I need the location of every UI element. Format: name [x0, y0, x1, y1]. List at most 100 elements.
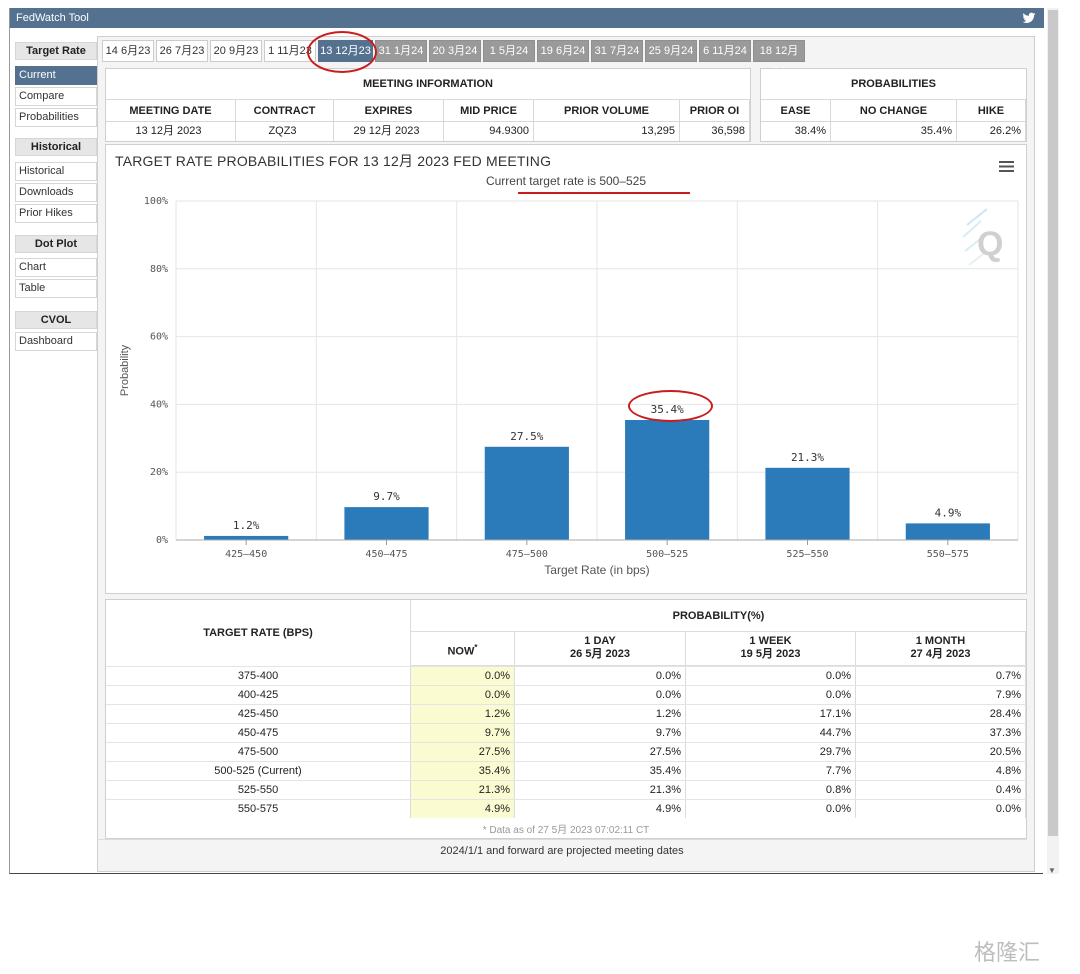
table-row: 550-575 4.9% 4.9% 0.0% 0.0%	[106, 799, 1026, 818]
probabilities-value-1: 35.4%	[831, 122, 957, 141]
nav-item-chart[interactable]: Chart	[15, 258, 97, 277]
nav-item-dashboard[interactable]: Dashboard	[15, 332, 97, 351]
probabilities-header-2: HIKE	[957, 100, 1026, 122]
table-cell-prob: 20.5%	[856, 743, 1026, 761]
watermark-logo: 格隆汇	[974, 940, 1041, 965]
table-cell-prob: 0.0%	[411, 686, 515, 704]
nav-item-current[interactable]: Current	[15, 66, 97, 85]
table-col-header-0: NOW*	[411, 632, 515, 666]
annotation-underline	[518, 192, 690, 194]
tab-meeting-11[interactable]: 6 11月24	[699, 40, 751, 62]
x-tick-label: 475–500	[506, 549, 548, 560]
nav-item-compare[interactable]: Compare	[15, 87, 97, 106]
table-prob-header: PROBABILITY(%)	[411, 600, 1026, 632]
nav-item-probabilities[interactable]: Probabilities	[15, 108, 97, 127]
cme-q-logo-icon: Q	[962, 208, 1003, 266]
table-cell-prob: 0.8%	[686, 781, 856, 799]
table-cell-rate: 525-550	[106, 781, 411, 799]
tab-meeting-0[interactable]: 14 6月23	[102, 40, 154, 62]
annotation-circle-tab	[307, 31, 377, 73]
tab-meeting-7[interactable]: 1 5月24	[483, 40, 535, 62]
svg-text:Q: Q	[977, 225, 1003, 263]
tab-meeting-12[interactable]: 18 12月24	[753, 40, 805, 77]
bar-450–475[interactable]	[344, 507, 429, 540]
tab-meeting-2[interactable]: 20 9月23	[210, 40, 262, 62]
probabilities-header-1: NO CHANGE	[831, 100, 957, 122]
meeting-info-header-1: CONTRACT	[236, 100, 334, 122]
table-row: 525-550 21.3% 21.3% 0.8% 0.4%	[106, 780, 1026, 799]
table-col-date: 27 4月 2023	[910, 648, 971, 660]
table-cell-prob: 0.4%	[856, 781, 1026, 799]
table-cell-prob: 28.4%	[856, 705, 1026, 723]
meeting-info-header-4: PRIOR VOLUME	[534, 100, 680, 122]
nav-item-table[interactable]: Table	[15, 279, 97, 298]
meeting-info-value-1: ZQZ3	[236, 122, 334, 141]
bar-550–575[interactable]	[905, 523, 990, 540]
meeting-info-header-0: MEETING DATE	[106, 100, 236, 122]
scrollbar-thumb[interactable]	[1048, 10, 1058, 836]
probability-table: TARGET RATE (BPS) PROBABILITY(%) NOW* 1 D…	[105, 599, 1027, 839]
x-tick-label: 425–450	[225, 549, 267, 560]
meeting-info-panel: MEETING INFORMATION MEETING DATE 13 12月 2…	[105, 68, 751, 142]
y-tick-label: 100%	[144, 196, 168, 207]
tab-meeting-10[interactable]: 25 9月24	[645, 40, 697, 62]
nav-item-downloads[interactable]: Downloads	[15, 183, 97, 202]
table-col-header-3: 1 MONTH 27 4月 2023	[856, 632, 1026, 666]
table-row: 475-500 27.5% 27.5% 29.7% 20.5%	[106, 742, 1026, 761]
tab-meeting-6[interactable]: 20 3月24	[429, 40, 481, 62]
bar-425–450[interactable]	[204, 535, 289, 540]
table-cell-prob: 35.4%	[515, 762, 686, 780]
meeting-info-header-5: PRIOR OI	[680, 100, 750, 122]
data-label: 27.5%	[510, 430, 543, 443]
x-tick-label: 525–550	[786, 549, 828, 560]
table-cell-prob: 1.2%	[515, 705, 686, 723]
top-strip	[0, 0, 1080, 8]
projection-note: 2024/1/1 and forward are projected meeti…	[97, 839, 1027, 861]
table-col-date: 26 5月 2023	[570, 648, 630, 660]
table-cell-prob: 0.7%	[856, 667, 1026, 685]
nav-item-prior-hikes[interactable]: Prior Hikes	[15, 204, 97, 223]
table-cell-prob: 0.0%	[515, 667, 686, 685]
table-cell-prob: 9.7%	[515, 724, 686, 742]
table-col-date: 19 5月 2023	[740, 648, 801, 660]
table-cell-rate: 375-400	[106, 667, 411, 685]
chart-panel: TARGET RATE PROBABILITIES FOR 13 12月 202…	[105, 144, 1027, 594]
data-label: 9.7%	[373, 490, 400, 503]
data-label: 1.2%	[233, 519, 260, 532]
table-cell-prob: 1.2%	[411, 705, 515, 723]
y-tick-label: 20%	[150, 467, 168, 478]
table-row: 400-425 0.0% 0.0% 0.0% 7.9%	[106, 685, 1026, 704]
table-cell-prob: 21.3%	[411, 781, 515, 799]
table-cell-rate: 475-500	[106, 743, 411, 761]
nav-header-historical: Historical	[15, 138, 97, 156]
probabilities-value-0: 38.4%	[761, 122, 831, 141]
table-cell-prob: 0.0%	[686, 686, 856, 704]
table-cell-prob: 0.0%	[686, 667, 856, 685]
table-cell-prob: 7.7%	[686, 762, 856, 780]
bar-525–550[interactable]	[765, 467, 850, 540]
table-cell-prob: 35.4%	[411, 762, 515, 780]
scroll-down-arrow-icon[interactable]: ▼	[1048, 866, 1056, 875]
table-col-sup: *	[474, 643, 478, 652]
tab-meeting-8[interactable]: 19 6月24	[537, 40, 589, 62]
x-axis-label: Target Rate (in bps)	[544, 563, 649, 577]
bar-500–525[interactable]	[625, 419, 710, 540]
tab-meeting-9[interactable]: 31 7月24	[591, 40, 643, 62]
meeting-info-value-0: 13 12月 2023	[106, 122, 236, 141]
table-cell-prob: 44.7%	[686, 724, 856, 742]
nav-item-historical[interactable]: Historical	[15, 162, 97, 181]
chart-menu-icon[interactable]	[999, 160, 1014, 173]
data-timestamp-note: * Data as of 27 5月 2023 07:02:11 CT	[482, 825, 650, 836]
table-cell-rate: 500-525 (Current)	[106, 762, 411, 780]
tab-meeting-5[interactable]: 31 1月24	[375, 40, 427, 62]
bar-475–500[interactable]	[484, 446, 569, 540]
tab-meeting-1[interactable]: 26 7月23	[156, 40, 208, 62]
twitter-icon[interactable]	[1022, 11, 1036, 25]
y-axis-label: Probability	[119, 344, 131, 396]
data-label: 4.9%	[935, 506, 962, 519]
probabilities-header-0: EASE	[761, 100, 831, 122]
table-cell-prob: 21.3%	[515, 781, 686, 799]
meeting-info-value-4: 13,295	[534, 122, 680, 141]
table-cell-prob: 0.0%	[515, 686, 686, 704]
table-cell-rate: 425-450	[106, 705, 411, 723]
